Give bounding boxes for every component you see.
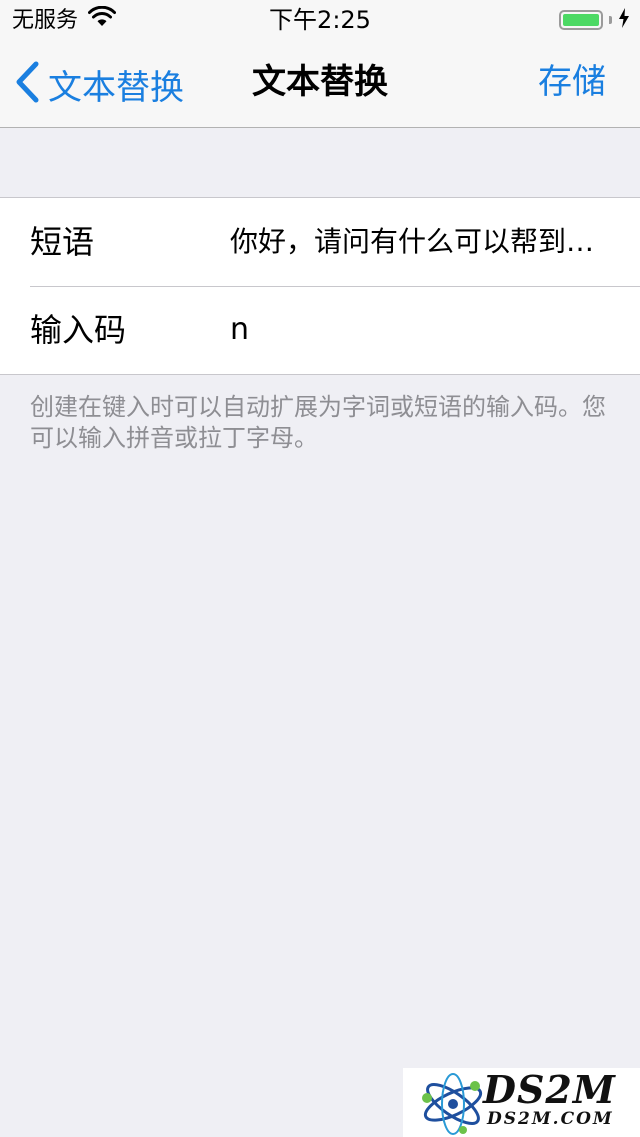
watermark-logo-subtext: DS2M.COM — [487, 1109, 614, 1129]
status-bar: 无服务 下午2:25 — [0, 0, 640, 40]
save-button[interactable]: 存储 — [538, 60, 606, 104]
shortcut-field[interactable]: n — [230, 308, 600, 352]
phrase-field[interactable]: 你好，请问有什么可以帮到… — [230, 220, 600, 264]
status-right — [559, 8, 630, 32]
battery-nub — [609, 16, 612, 24]
text-replacement-form: 短语 你好，请问有什么可以帮到… 输入码 n — [0, 197, 640, 375]
battery-icon — [559, 10, 603, 30]
navigation-bar: 文本替换 文本替换 存储 — [0, 40, 640, 128]
phrase-row[interactable]: 短语 你好，请问有什么可以帮到… — [0, 198, 640, 286]
status-time: 下午2:25 — [269, 6, 371, 34]
shortcut-label: 输入码 — [30, 311, 127, 349]
watermark-logo-text: DS2M — [483, 1067, 616, 1112]
watermark: DS2M DS2M.COM — [403, 1068, 640, 1137]
footer-note: 创建在键入时可以自动扩展为字词或短语的输入码。您可以输入拼音或拉丁字母。 — [30, 393, 606, 452]
battery-level — [563, 14, 599, 26]
charging-bolt-icon — [618, 8, 630, 32]
phrase-label: 短语 — [30, 223, 95, 261]
shortcut-row[interactable]: 输入码 n — [0, 286, 640, 374]
